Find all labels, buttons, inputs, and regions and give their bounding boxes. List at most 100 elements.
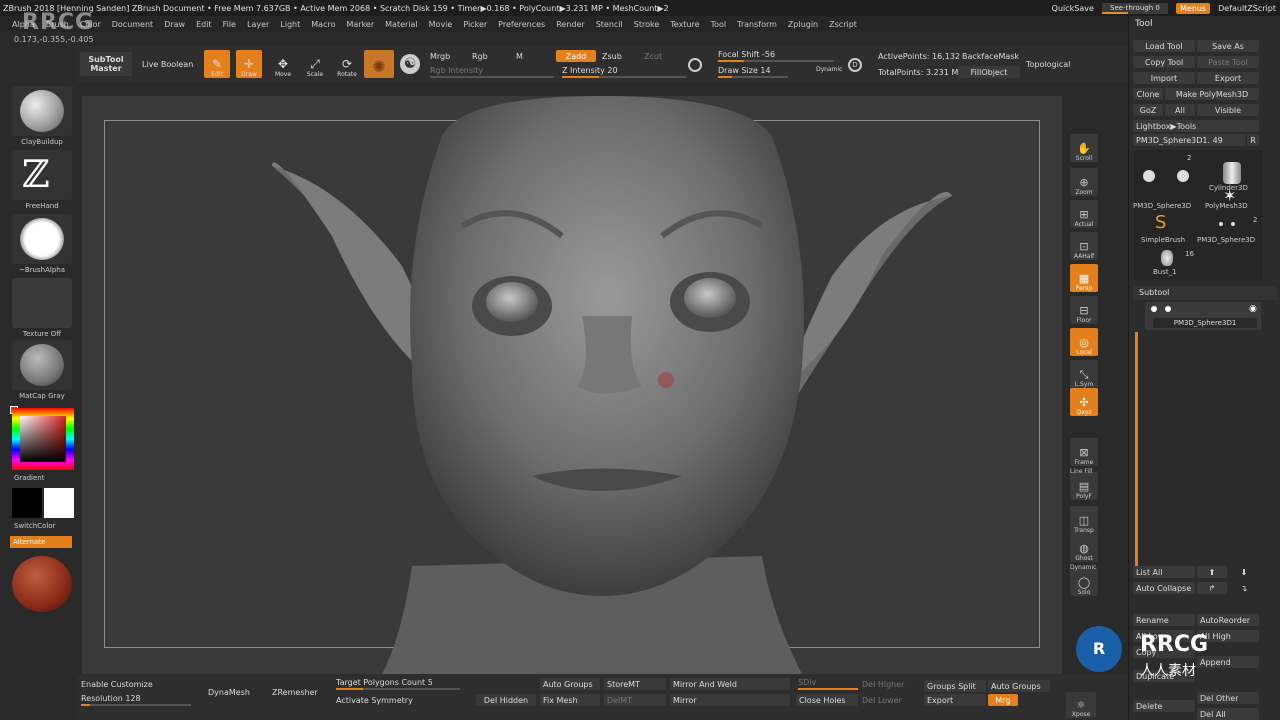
copy-tool-button[interactable]: Copy Tool bbox=[1133, 56, 1195, 68]
current-tool-slider[interactable]: PM3D_Sphere3D1. 49 bbox=[1133, 134, 1245, 146]
fix-mesh-button[interactable]: Fix Mesh bbox=[540, 694, 600, 706]
mirror-and-weld-button[interactable]: Mirror And Weld bbox=[670, 678, 790, 690]
edit-button[interactable]: ✎ Edit bbox=[204, 50, 230, 78]
del-all-button[interactable]: Del All bbox=[1197, 708, 1259, 720]
arrow-down-icon[interactable]: ⬇ bbox=[1229, 566, 1259, 578]
material-preview-sphere[interactable] bbox=[12, 556, 72, 612]
target-polygons-slider[interactable]: Target Polygons Count 5 bbox=[336, 678, 460, 690]
live-boolean-button[interactable]: Live Boolean bbox=[142, 60, 193, 69]
append-button[interactable]: Append bbox=[1197, 656, 1259, 668]
menu-material[interactable]: Material bbox=[385, 20, 418, 29]
focal-shift-icon[interactable] bbox=[688, 58, 702, 72]
del-other-button[interactable]: Del Other bbox=[1197, 692, 1259, 704]
brush-thumbnail[interactable] bbox=[12, 86, 72, 136]
lightbox-tools-button[interactable]: Lightbox▶Tools bbox=[1133, 120, 1259, 132]
resolution-slider[interactable]: Resolution 128 bbox=[81, 694, 191, 706]
load-tool-button[interactable]: Load Tool bbox=[1133, 40, 1195, 52]
subtool-section-header[interactable]: Subtool bbox=[1133, 286, 1277, 300]
sphere-dot-icon-2[interactable] bbox=[1231, 222, 1235, 226]
del-hidden-button[interactable]: Del Hidden bbox=[476, 694, 536, 706]
bust-tool-icon[interactable] bbox=[1161, 250, 1173, 266]
move-button[interactable]: ✥ Move bbox=[270, 50, 296, 78]
sdiv-slider[interactable]: SDiv bbox=[798, 678, 858, 690]
groups-split-button[interactable]: Groups Split bbox=[924, 680, 986, 692]
alternate-button[interactable]: Alternate bbox=[10, 536, 72, 548]
simplebrush-icon[interactable]: S bbox=[1155, 212, 1166, 233]
shelf-aahalf-button[interactable]: ⊡ AAHalf bbox=[1070, 232, 1098, 260]
subtool-scrollbar[interactable] bbox=[1135, 332, 1138, 576]
del-mt-button[interactable]: DelMT bbox=[604, 694, 666, 706]
subtool-master-button[interactable]: SubTool Master bbox=[80, 52, 132, 76]
shelf-frame-button[interactable]: ⊠ Frame bbox=[1070, 438, 1098, 466]
shelf-transp-button[interactable]: ◫ Transp bbox=[1070, 506, 1098, 534]
shelf-actual-button[interactable]: ⊞ Actual bbox=[1070, 200, 1098, 228]
clone-button[interactable]: Clone bbox=[1133, 88, 1163, 100]
draw-size-icon[interactable]: D bbox=[848, 58, 862, 72]
menu-tool[interactable]: Tool bbox=[711, 20, 727, 29]
menu-zplugin[interactable]: Zplugin bbox=[788, 20, 818, 29]
dynamic-button[interactable]: Dynamic bbox=[816, 66, 842, 73]
m-button[interactable]: M bbox=[516, 52, 523, 61]
paste-tool-button[interactable]: Paste Tool bbox=[1197, 56, 1259, 68]
menu-draw[interactable]: Draw bbox=[164, 20, 185, 29]
shelf-solo-button[interactable]: ◯ Solo bbox=[1070, 568, 1098, 596]
fill-object-button[interactable]: FillObject bbox=[958, 66, 1020, 78]
auto-groups-button[interactable]: Auto Groups bbox=[540, 678, 600, 690]
dynamesh-button[interactable]: DynaMesh bbox=[208, 688, 250, 697]
menu-texture[interactable]: Texture bbox=[670, 20, 699, 29]
rotate-button[interactable]: ⟳ Rotate bbox=[334, 50, 360, 78]
del-lower-button[interactable]: Del Lower bbox=[862, 696, 902, 705]
menu-zscript[interactable]: Zscript bbox=[829, 20, 857, 29]
zsub-button[interactable]: Zsub bbox=[602, 52, 622, 61]
default-zscript-button[interactable]: DefaultZScript bbox=[1218, 4, 1276, 13]
move-down-icon[interactable]: ↴ bbox=[1229, 582, 1259, 594]
quicksave-button[interactable]: QuickSave bbox=[1052, 4, 1094, 13]
subtool-item[interactable]: ◉ PM3D_Sphere3D1 bbox=[1145, 302, 1261, 330]
delete-button[interactable]: Delete bbox=[1133, 700, 1195, 712]
shelf-local-button[interactable]: ◎ Local bbox=[1070, 328, 1098, 356]
auto-reorder-button[interactable]: AutoReorder bbox=[1197, 614, 1259, 626]
menu-edit[interactable]: Edit bbox=[196, 20, 212, 29]
shelf-qxyz-button[interactable]: ✣ Qxyz bbox=[1070, 388, 1098, 416]
store-mt-button[interactable]: StoreMT bbox=[604, 678, 666, 690]
shelf-zoom-button[interactable]: ⊕ Zoom bbox=[1070, 168, 1098, 196]
backface-mask-button[interactable]: BackfaceMask bbox=[962, 52, 1019, 61]
activate-symmetry-button[interactable]: Activate Symmetry bbox=[336, 696, 413, 705]
menu-light[interactable]: Light bbox=[280, 20, 300, 29]
secondary-color-swatch[interactable] bbox=[44, 488, 74, 518]
arrow-up-icon[interactable]: ⬆ bbox=[1197, 566, 1227, 578]
rgb-button[interactable]: Rgb bbox=[472, 52, 488, 61]
sphere-tool-icon-2[interactable] bbox=[1177, 170, 1189, 182]
alpha-thumbnail[interactable] bbox=[12, 214, 72, 264]
mrgb-button[interactable]: Mrgb bbox=[430, 52, 450, 61]
auto-groups-button-2[interactable]: Auto Groups bbox=[988, 680, 1050, 692]
visible-button[interactable]: Visible bbox=[1197, 104, 1259, 116]
yin-yang-icon[interactable]: ☯ bbox=[400, 54, 420, 74]
merge-button[interactable]: Mrg bbox=[988, 694, 1018, 706]
material-thumbnail[interactable] bbox=[12, 340, 72, 390]
draw-button[interactable]: ✛ Draw bbox=[236, 50, 262, 78]
import-button[interactable]: Import bbox=[1133, 72, 1195, 84]
shelf-scroll-button[interactable]: ✋ Scroll bbox=[1070, 134, 1098, 162]
list-all-button[interactable]: List All bbox=[1133, 566, 1195, 578]
save-as-button[interactable]: Save As bbox=[1197, 40, 1259, 52]
texture-thumbnail[interactable] bbox=[12, 278, 72, 328]
shelf-lsym-button[interactable]: ⤡ L.Sym bbox=[1070, 360, 1098, 388]
switch-color-button[interactable]: SwitchColor bbox=[14, 522, 55, 530]
share-arrow-icon[interactable]: ↱ bbox=[1197, 582, 1227, 594]
menu-document[interactable]: Document bbox=[112, 20, 153, 29]
del-higher-button[interactable]: Del Higher bbox=[862, 680, 904, 689]
menu-macro[interactable]: Macro bbox=[311, 20, 335, 29]
sphere-tool-icon[interactable] bbox=[1143, 170, 1155, 182]
menu-render[interactable]: Render bbox=[556, 20, 584, 29]
all-button[interactable]: All bbox=[1165, 104, 1195, 116]
menu-layer[interactable]: Layer bbox=[247, 20, 269, 29]
mirror-button[interactable]: Mirror bbox=[670, 694, 790, 706]
zcut-button[interactable]: Zcut bbox=[644, 52, 662, 61]
color-picker[interactable] bbox=[12, 408, 74, 470]
material-sphere-button[interactable]: ✺ bbox=[364, 50, 394, 78]
menu-movie[interactable]: Movie bbox=[429, 20, 453, 29]
rename-button[interactable]: Rename bbox=[1133, 614, 1195, 626]
subtool-visibility-icon[interactable] bbox=[1151, 306, 1157, 312]
topological-button[interactable]: Topological bbox=[1026, 60, 1070, 69]
